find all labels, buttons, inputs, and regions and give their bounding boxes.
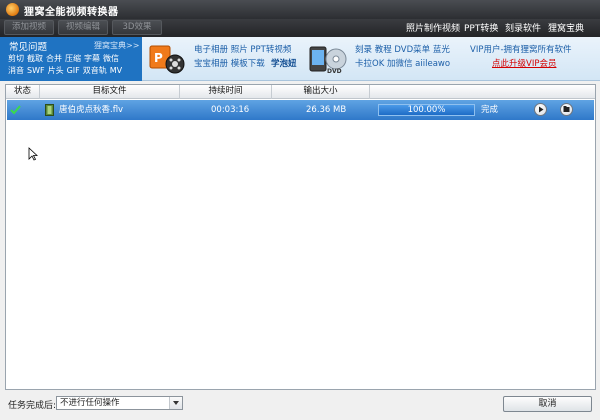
vip-upgrade-link[interactable]: 点此升级VIP会员 (492, 57, 556, 69)
col-target-file[interactable]: 目标文件 (40, 85, 180, 99)
faq-link[interactable]: 双音轨 (83, 66, 107, 75)
cancel-button[interactable]: 取消 (503, 396, 592, 412)
edit-video-button[interactable]: 视频编辑 (58, 20, 108, 35)
toolbar: 添加视频 视频编辑 3D效果 照片制作视频 PPT转换 刻录软件 狸窝宝典 (0, 19, 600, 37)
faq-link[interactable]: 截取 (27, 54, 43, 63)
dvd-disc-icon[interactable]: DVD (308, 43, 348, 75)
col-duration[interactable]: 持续时间 (180, 85, 272, 99)
file-name: 唐伯虎点秋香.flv (59, 105, 124, 115)
faq-link[interactable]: 合并 (46, 54, 62, 63)
faq-link[interactable]: 剪切 (8, 54, 24, 63)
faq-links: 剪切 截取 合并 压缩 字幕 微信 消音 SWF 片头 GIF 双音轨 MV (8, 53, 140, 77)
title-bar: 狸窝全能视频转换器 (0, 0, 600, 19)
window-title: 狸窝全能视频转换器 (24, 7, 119, 18)
faq-more-link[interactable]: 狸窝宝典>> (94, 40, 139, 51)
karaoke-wechat-link[interactable]: 卡拉OK 加微信 aiileawo (355, 57, 450, 69)
baby-album-link[interactable]: 宝宝相册 模板下载 (194, 57, 265, 69)
table-header: 状态 目标文件 持续时间 输出大小 (6, 85, 595, 99)
col-progress (370, 85, 595, 99)
col-status[interactable]: 状态 (6, 85, 40, 99)
promo-banner: 常见问题 狸窝宝典>> 剪切 截取 合并 压缩 字幕 微信 消音 SWF 片头 GIF 双音轨 MV… (0, 37, 600, 81)
faq-link[interactable]: 压缩 (65, 54, 81, 63)
folder-icon (563, 106, 570, 112)
faq-panel: 常见问题 狸窝宝典>> 剪切 截取 合并 压缩 字幕 微信 消音 SWF 片头 GIF 双音轨 MV (0, 37, 142, 81)
faq-link[interactable]: 字幕 (84, 54, 100, 63)
svg-text:P: P (154, 51, 163, 65)
film-file-icon (45, 104, 54, 116)
faq-link[interactable]: SWF (27, 66, 45, 75)
after-task-select-value: 不进行任何操作 (60, 398, 120, 408)
after-task-label: 任务完成后: (8, 401, 57, 411)
play-icon (539, 106, 544, 113)
mouse-cursor-icon (28, 147, 38, 161)
play-button[interactable] (534, 103, 547, 116)
album-ppt-link[interactable]: 电子相册 照片 PPT转视频 (194, 43, 291, 55)
status-text: 完成 (481, 105, 499, 115)
photo-video-link[interactable]: 照片制作视频 (406, 21, 460, 34)
col-output-size[interactable]: 输出大小 (272, 85, 370, 99)
svg-text:DVD: DVD (327, 68, 342, 75)
duration-value: 00:03:16 (211, 105, 250, 115)
3d-effect-button[interactable]: 3D效果 (112, 20, 162, 35)
chevron-down-icon[interactable] (169, 397, 182, 409)
progress-text: 100.00% (407, 105, 446, 115)
burn-software-link[interactable]: 刻录软件 (505, 21, 541, 34)
liwo-guide-link[interactable]: 狸窝宝典 (548, 21, 584, 34)
faq-title: 常见问题 (9, 42, 48, 53)
faq-link[interactable]: 微信 (103, 54, 119, 63)
checkmark-icon (10, 105, 21, 115)
fox-app-icon (6, 3, 19, 16)
ppt-convert-link[interactable]: PPT转换 (464, 21, 498, 34)
open-folder-button[interactable] (560, 103, 573, 116)
faq-link[interactable]: MV (110, 66, 122, 75)
ppt-film-icon[interactable]: P (148, 42, 186, 76)
add-video-button[interactable]: 添加视频 (4, 20, 54, 35)
faq-link[interactable]: 片头 (48, 66, 64, 75)
task-table: 状态 目标文件 持续时间 输出大小 唐伯虎点秋香.flv 00:03:16 26… (5, 84, 596, 390)
dating-link[interactable]: 学泡妞 (271, 57, 297, 69)
vip-info-text: VIP用户-拥有狸窝所有软件 (470, 45, 572, 55)
output-size-value: 26.36 MB (306, 105, 347, 115)
burn-dvd-link[interactable]: 刻录 教程 DVD菜单 蓝光 (355, 43, 450, 55)
faq-link[interactable]: GIF (67, 66, 80, 75)
table-row[interactable]: 唐伯虎点秋香.flv 00:03:16 26.36 MB 100.00% 完成 (7, 100, 594, 120)
after-task-select[interactable]: 不进行任何操作 (56, 396, 183, 410)
faq-link[interactable]: 消音 (8, 66, 24, 75)
conversion-progress-bar: 100.00% (378, 104, 475, 116)
